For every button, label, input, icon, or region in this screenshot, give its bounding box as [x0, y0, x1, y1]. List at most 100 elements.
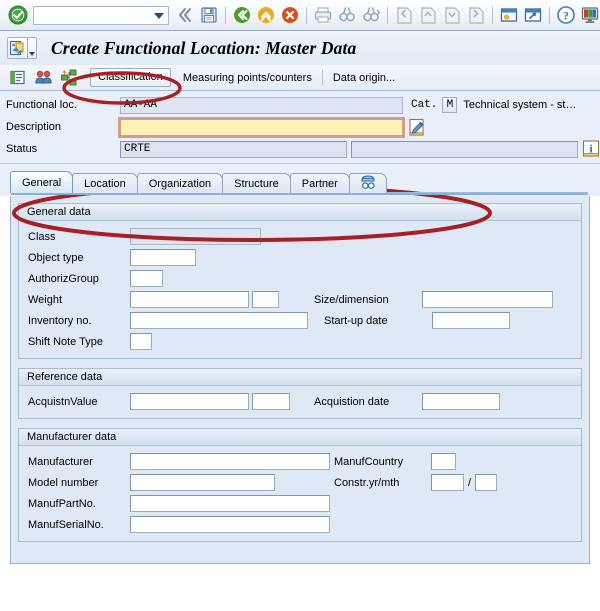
cancel-icon[interactable]	[279, 4, 301, 26]
inventory-no-input[interactable]	[130, 312, 308, 329]
weight-label: Weight	[28, 293, 63, 306]
tab-general-label: General	[22, 176, 62, 189]
pencil-icon[interactable]	[408, 118, 427, 137]
tab-more-views[interactable]	[348, 173, 387, 193]
find-next-icon[interactable]	[360, 4, 382, 26]
structure-icon[interactable]	[60, 68, 79, 87]
customize-local-layout-icon[interactable]	[579, 4, 600, 26]
group-manufacturer-data-body: Manufacturer ManufCountry Model number C…	[19, 446, 581, 541]
partners-icon[interactable]	[34, 68, 53, 87]
measuring-points-counters-button[interactable]: Measuring points/counters	[183, 72, 312, 84]
command-field[interactable]	[33, 5, 169, 25]
description-input[interactable]	[118, 116, 405, 138]
class-label: Class	[28, 230, 56, 243]
green-check-icon[interactable]	[8, 5, 28, 25]
help-icon[interactable]: ?	[555, 4, 577, 26]
model-number-input[interactable]	[130, 474, 275, 491]
start-up-date-input[interactable]	[432, 312, 510, 329]
acquistn-value-currency-input[interactable]	[252, 393, 290, 410]
manufacturer-input[interactable]	[130, 453, 330, 470]
manuf-part-no-input[interactable]	[130, 495, 330, 512]
tab-structure[interactable]: Structure	[222, 173, 291, 193]
row-class: Class	[19, 226, 581, 247]
save-icon[interactable]	[198, 4, 220, 26]
chevron-down-icon[interactable]	[154, 12, 164, 19]
cat-label: Cat.	[411, 99, 438, 111]
authoriz-group-input[interactable]	[130, 270, 163, 287]
group-reference-data-title: Reference data	[19, 369, 581, 386]
constr-yr-mth-label: Constr.yr/mth	[334, 476, 400, 489]
tab-location[interactable]: Location	[72, 173, 138, 193]
toolbar-separator	[387, 6, 388, 24]
group-general-data-title: General data	[19, 204, 581, 221]
tab-content-general: General data Class Object type AuthorizG…	[10, 196, 590, 564]
manufacturer-label: Manufacturer	[28, 455, 93, 468]
command-input[interactable]	[34, 7, 168, 23]
status-text-input[interactable]	[351, 140, 578, 158]
row-authoriz-group: AuthorizGroup	[19, 268, 581, 289]
acquistion-date-label: Acquistion date	[314, 395, 390, 408]
data-origin-button[interactable]: Data origin...	[333, 72, 395, 84]
exit-icon[interactable]	[255, 4, 277, 26]
classification-button[interactable]: Classification	[90, 68, 171, 87]
row-acquistn-value: AcquistnValue Acquistion date	[19, 391, 581, 412]
back-collapse-icon[interactable]	[174, 4, 196, 26]
previous-page-icon[interactable]	[417, 4, 439, 26]
page-title: Create Functional Location: Master Data	[51, 37, 357, 58]
description-row: Description	[0, 116, 600, 138]
row-manuf-serial-no: ManufSerialNo.	[19, 514, 581, 535]
row-object-type: Object type	[19, 247, 581, 268]
tab-list: General Location Organization Structure …	[10, 171, 600, 193]
constr-year-input[interactable]	[431, 474, 464, 491]
tab-location-label: Location	[84, 177, 126, 190]
class-input[interactable]	[130, 228, 261, 245]
back-icon[interactable]	[231, 4, 253, 26]
title-bar: Create Functional Location: Master Data	[0, 31, 600, 65]
info-icon[interactable]: i	[582, 140, 600, 158]
tab-structure-label: Structure	[234, 177, 279, 190]
last-page-icon[interactable]	[465, 4, 487, 26]
status-row: Status i	[0, 139, 600, 159]
group-manufacturer-data: Manufacturer data Manufacturer ManufCoun…	[18, 428, 582, 542]
find-icon[interactable]	[336, 4, 358, 26]
row-manufacturer: Manufacturer ManufCountry	[19, 451, 581, 472]
group-reference-data: Reference data AcquistnValue Acquistion …	[18, 368, 582, 419]
shift-note-type-input[interactable]	[130, 333, 152, 350]
toolbar-separator	[492, 6, 493, 24]
cat-value-box[interactable]: M	[442, 97, 458, 113]
description-label: Description	[6, 121, 62, 133]
manuf-country-input[interactable]	[431, 453, 456, 470]
toolbar-separator	[549, 6, 550, 24]
row-weight: Weight Size/dimension	[19, 289, 581, 310]
manuf-part-no-label: ManufPartNo.	[28, 497, 96, 510]
tab-organization[interactable]: Organization	[136, 173, 224, 193]
manuf-serial-no-label: ManufSerialNo.	[28, 518, 104, 531]
group-reference-data-body: AcquistnValue Acquistion date	[19, 386, 581, 418]
print-icon[interactable]	[312, 4, 334, 26]
first-page-icon[interactable]	[393, 4, 415, 26]
tab-general[interactable]: General	[10, 171, 74, 193]
row-manuf-part-no: ManufPartNo.	[19, 493, 581, 514]
manuf-serial-no-input[interactable]	[130, 516, 330, 533]
app-toolbar-separator	[321, 70, 323, 85]
list-icon[interactable]	[8, 68, 27, 87]
tab-partner[interactable]: Partner	[289, 173, 350, 193]
create-session-icon[interactable]	[498, 4, 520, 26]
acquistn-value-input[interactable]	[130, 393, 249, 410]
transaction-glyph-icon	[8, 38, 27, 58]
acquistion-date-input[interactable]	[422, 393, 500, 410]
constr-month-input[interactable]	[475, 474, 498, 491]
weight-input[interactable]	[130, 291, 249, 308]
size-dimension-label: Size/dimension	[314, 293, 389, 306]
create-shortcut-icon[interactable]	[522, 4, 544, 26]
title-dropdown-icon[interactable]	[27, 38, 36, 58]
object-type-input[interactable]	[130, 249, 196, 266]
display-glasses-icon	[359, 174, 377, 193]
transaction-icon[interactable]	[7, 37, 37, 59]
functional-loc-input[interactable]	[120, 96, 403, 114]
status-input[interactable]	[120, 140, 347, 158]
next-page-icon[interactable]	[441, 4, 463, 26]
weight-unit-input[interactable]	[252, 291, 279, 308]
size-dimension-input[interactable]	[422, 291, 553, 308]
row-inventory-no: Inventory no. Start-up date	[19, 310, 581, 331]
